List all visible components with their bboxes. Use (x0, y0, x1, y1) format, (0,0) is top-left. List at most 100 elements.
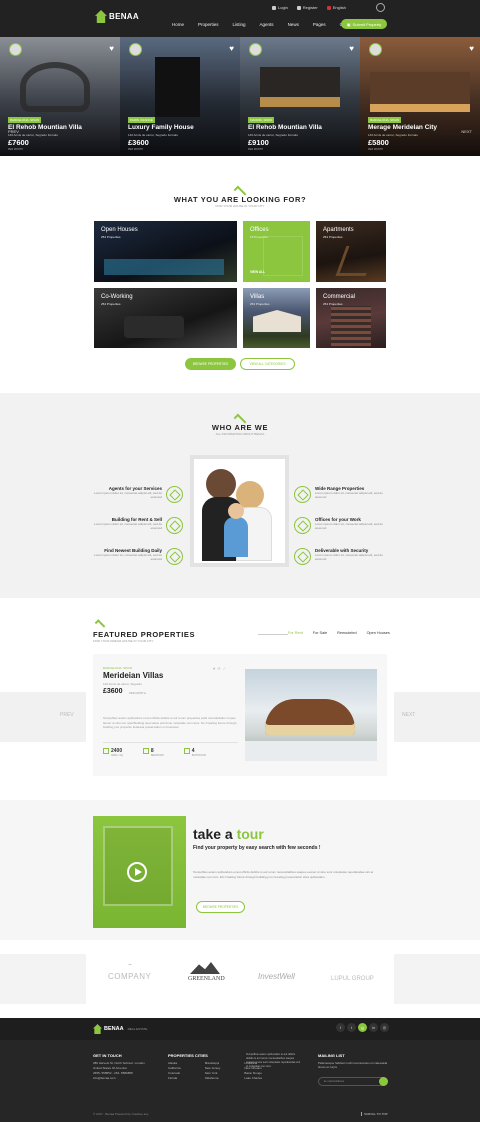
tab-open-houses[interactable]: Open Houses (367, 631, 390, 635)
card-title[interactable]: El Rehob Mountian Villa (248, 124, 322, 131)
search-button[interactable] (376, 3, 385, 12)
card-address: 146 Acnts de carrer, Segredo Forraks (368, 133, 418, 137)
view-all-categories-button[interactable]: VIEW ALL CATEGORIES (240, 358, 295, 370)
menu-pages[interactable]: Pages (313, 22, 326, 27)
feature-desc: Lorem ipsum dolor sit, consectet adipisi… (315, 553, 383, 561)
heart-icon[interactable]: ♥ (229, 44, 234, 53)
property-name[interactable]: Merideian Villas (103, 671, 163, 680)
hero-card[interactable]: ♥ MADRID, SPAIN El Rehob Mountian Villa … (240, 37, 360, 156)
featured-header: FEATURED PROPERTIES FIND YOUR DREAM HOUS… (93, 619, 195, 643)
tour-section: take a tour Find your property by easy s… (0, 800, 480, 940)
next-arrow[interactable]: NEXT (461, 129, 472, 134)
city-link[interactable]: Oklahoma (205, 1076, 221, 1081)
googleplus-icon[interactable]: g (358, 1023, 367, 1032)
prev-arrow[interactable]: PREV (8, 129, 19, 134)
divider (103, 742, 238, 743)
menu-properties[interactable]: Properties (198, 22, 219, 27)
tile-count: 254 Properties (323, 302, 343, 306)
agent-avatar[interactable] (249, 43, 262, 56)
property-image[interactable] (245, 669, 377, 761)
partner-logo: COMPANY (108, 972, 152, 981)
tour-subtitle: Find your property by easy search with f… (193, 845, 321, 851)
agent-avatar[interactable] (9, 43, 22, 56)
featured-prev[interactable]: PREV (0, 692, 86, 742)
menu-home[interactable]: Home (172, 22, 184, 27)
property-price-period: PER MONTH (129, 691, 146, 695)
play-icon[interactable] (127, 862, 147, 882)
category-villas[interactable]: Villas 254 Properties (243, 288, 310, 348)
navbar: BENAA Login Register English Home Proper… (0, 0, 480, 37)
tab-for-sale[interactable]: For Sale (313, 631, 327, 635)
tile-count: 254 Properties (323, 235, 343, 239)
featured-next[interactable]: NEXT (394, 692, 480, 742)
register-link[interactable]: Register (296, 5, 318, 10)
prev-label: PREV (60, 712, 74, 718)
footer-logo[interactable]: BENAA REAL ESTATE (93, 1024, 147, 1034)
menu-listing[interactable]: Listing (233, 22, 246, 27)
dribbble-icon[interactable]: ◎ (380, 1023, 389, 1032)
partners-strip: COMPANY GREENLAND InvestWell LUPUL GROUP (0, 940, 480, 1018)
feature-offices: Offices for your Work Lorem ipsum dolor s… (294, 517, 387, 534)
linkedin-icon[interactable]: in (369, 1023, 378, 1032)
tile-title: Apartments (323, 227, 354, 233)
menu-news[interactable]: News (288, 22, 299, 27)
agent-avatar[interactable] (369, 43, 382, 56)
agent-avatar[interactable] (129, 43, 142, 56)
login-link[interactable]: Login (272, 5, 288, 10)
tab-for-rent[interactable]: For Rent (288, 631, 303, 635)
card-title[interactable]: El Rehob Mountian Villa (8, 124, 82, 131)
heart-icon[interactable]: ♥ (109, 44, 114, 53)
category-commercial[interactable]: Commercial 254 Properties (316, 288, 386, 348)
hero-card[interactable]: ♥ BARCELONA, SPAIN El Rehob Mountian Vil… (0, 37, 120, 156)
scroll-to-top[interactable]: SCROLL TO TOP (361, 1112, 388, 1116)
language-select[interactable]: English (326, 5, 346, 10)
mail-input[interactable]: E-mail Address (318, 1077, 388, 1086)
tab-remodeled[interactable]: Remodeled (337, 631, 356, 635)
send-icon[interactable] (379, 1077, 388, 1086)
user-icon (272, 5, 276, 10)
card-price: £9100 (248, 138, 269, 147)
tile-title: Offices (250, 227, 269, 233)
hero-slider: ♥ BARCELONA, SPAIN El Rehob Mountian Vil… (0, 37, 480, 156)
tour-browse-button[interactable]: BROWSE PROPERTIES (196, 901, 245, 913)
menu-agents[interactable]: Agents (260, 22, 274, 27)
card-title[interactable]: Luxury Family House (128, 124, 194, 131)
tile-title: Villas (250, 294, 265, 300)
tile-count: 254 Properties (101, 235, 121, 239)
city-link[interactable]: Florida (168, 1076, 181, 1081)
view-all-link[interactable]: VIEW ALL (250, 270, 265, 274)
browse-properties-button[interactable]: BROWSE PROPERTIES (185, 358, 236, 370)
footer-mailing: MAILING LIST Pellentesque habitant morbi… (318, 1053, 388, 1086)
house-icon (166, 517, 183, 534)
footer-top-bar: BENAA REAL ESTATE f t g in ◎ (0, 1018, 480, 1040)
card-title[interactable]: Merage Meridelan City (368, 124, 437, 131)
feature-desc: Lorem ipsum dolor sit, consectet adipisi… (315, 522, 383, 530)
card-price: £5800 (368, 138, 389, 147)
who-header: WHO ARE WE ALL INFORMATION ABOUT BENAA (0, 413, 480, 436)
category-open-houses[interactable]: Open Houses 254 Properties (94, 221, 237, 282)
feature-newest: Find Newest Building Daily Lorem ipsum do… (90, 548, 183, 565)
twitter-icon[interactable]: t (347, 1023, 356, 1032)
family-photo (190, 455, 289, 567)
section-subtitle: ALL INFORMATION ABOUT BENAA (215, 432, 265, 436)
submit-property-button[interactable]: ▣ Submit Property (341, 19, 387, 29)
logo[interactable]: BENAA (95, 10, 139, 23)
city-link[interactable]: Lake Charles (244, 1076, 262, 1081)
stat-bathroom: 4 BATHROOM (183, 748, 206, 757)
house-logo-icon (93, 1024, 102, 1034)
copyright: © 2017 - Benaa Powered by Creative any (93, 1112, 149, 1116)
category-apartments[interactable]: Apartments 254 Properties (316, 221, 386, 282)
share-icons[interactable]: ♥⟳✓ (213, 666, 228, 671)
category-co-working[interactable]: Co-Working 254 Properties (94, 288, 237, 348)
tour-video[interactable] (93, 816, 186, 928)
heart-icon[interactable]: ♥ (469, 44, 474, 53)
category-offices[interactable]: Offices 15 Properties VIEW ALL (243, 221, 310, 282)
hero-card[interactable]: ♥ PARIS, FRANCE Luxury Family House 146 … (120, 37, 240, 156)
hero-card[interactable]: ♥ BARCELONA, SPAIN Merage Meridelan City… (360, 37, 480, 156)
tile-title: Open Houses (101, 227, 138, 233)
heart-icon[interactable]: ♥ (349, 44, 354, 53)
facebook-icon[interactable]: f (336, 1023, 345, 1032)
footer: BENAA REAL ESTATE f t g in ◎ GET IN TOUC… (0, 1018, 480, 1122)
tile-count: 254 Properties (250, 302, 270, 306)
tour-title: take a tour (193, 826, 264, 842)
